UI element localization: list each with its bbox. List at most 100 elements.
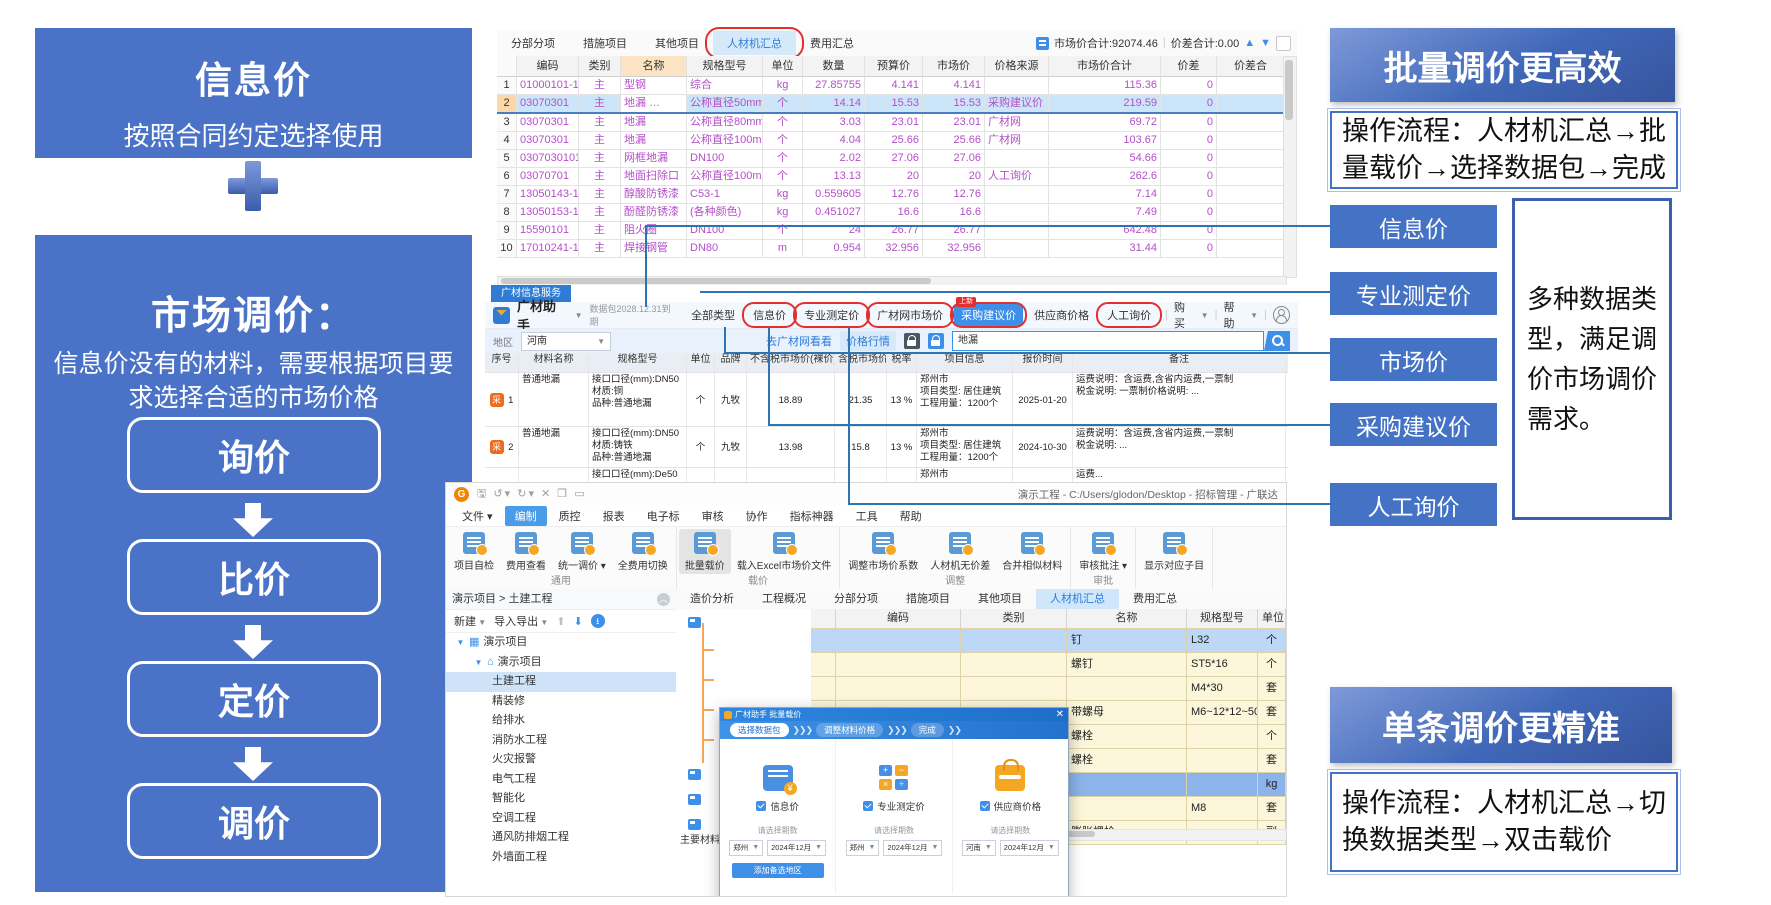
tab-造价分析[interactable]: 造价分析 xyxy=(676,589,748,609)
sidebar-item-电气工程[interactable]: 电气工程 xyxy=(446,770,676,790)
tab-其他项目[interactable]: 其他项目 xyxy=(964,589,1036,609)
menu-编制[interactable]: 编制 xyxy=(505,506,547,526)
unlock-icon[interactable] xyxy=(928,333,944,349)
new-button[interactable]: 新建 ▼ xyxy=(454,613,486,629)
region-dropdown[interactable]: 河南▼ xyxy=(962,840,996,856)
category-icon[interactable] xyxy=(688,769,701,780)
ribbon-button-人材机无价差[interactable]: 人材机无价差 xyxy=(924,529,996,574)
download-icon[interactable]: ⭳ xyxy=(591,614,605,628)
filter-采购建议价[interactable]: 采购建议价上新 xyxy=(954,304,1023,326)
ribbon-button-批量载价[interactable]: 批量载价 xyxy=(679,529,731,574)
tab-其他项目[interactable]: 其他项目 xyxy=(641,31,713,55)
caret-down-icon[interactable]: ▼ xyxy=(575,311,583,320)
table-row[interactable]: 接口口径(mm):De50郑州市运费... xyxy=(485,468,1288,483)
filter-全部类型[interactable]: 全部类型 xyxy=(684,304,742,326)
search-icon[interactable] xyxy=(1264,331,1290,351)
tab-人材机汇总[interactable]: 人材机汇总 xyxy=(713,31,796,55)
menu-指标神器[interactable]: 指标神器 xyxy=(780,506,844,526)
close-icon[interactable]: ✕ xyxy=(1056,709,1064,720)
menu-协作[interactable]: 协作 xyxy=(736,506,778,526)
ribbon-button-项目自检[interactable]: 项目自检 xyxy=(448,529,500,574)
grid-settings-icon[interactable] xyxy=(1276,36,1291,51)
card-checkbox[interactable]: 供应商价格 xyxy=(980,799,1042,813)
tab-措施项目[interactable]: 措施项目 xyxy=(569,31,641,55)
move-up-icon[interactable]: ⬆ xyxy=(556,615,565,628)
region-select[interactable]: 河南▼ xyxy=(521,332,611,351)
buy-menu[interactable]: 购买 xyxy=(1174,299,1195,331)
import-export-button[interactable]: 导入导出 ▼ xyxy=(494,613,548,629)
tab-费用汇总[interactable]: 费用汇总 xyxy=(1119,589,1191,609)
ribbon-button-调整市场价系数[interactable]: 调整市场价系数 xyxy=(842,529,924,574)
sidebar-item-土建工程[interactable]: 土建工程 xyxy=(446,672,676,692)
tab-人材机汇总[interactable]: 人材机汇总 xyxy=(1036,589,1119,609)
region-dropdown[interactable]: 郑州▼ xyxy=(846,840,880,856)
sidebar-item-演示项目[interactable]: ▼▦演示项目 xyxy=(446,633,676,653)
sidebar-item-火灾报警[interactable]: 火灾报警 xyxy=(446,750,676,770)
add-region-button[interactable]: 添加备选地区 xyxy=(732,863,824,878)
lock-icon[interactable] xyxy=(904,333,920,349)
period-dropdown[interactable]: 2024年12月▼ xyxy=(1000,840,1059,856)
category-icon[interactable] xyxy=(688,794,701,805)
menu-电子标[interactable]: 电子标 xyxy=(637,506,690,526)
tab-分部分项[interactable]: 分部分项 xyxy=(820,589,892,609)
region-dropdown[interactable]: 郑州▼ xyxy=(729,840,763,856)
sidebar-item-智能化[interactable]: 智能化 xyxy=(446,789,676,809)
menu-工具[interactable]: 工具 xyxy=(846,506,888,526)
goto-site-link[interactable]: 去广材网看看 xyxy=(766,333,832,349)
sidebar-item-精装修[interactable]: 精装修 xyxy=(446,692,676,712)
menu-审核[interactable]: 审核 xyxy=(692,506,734,526)
card-checkbox[interactable]: 专业测定价 xyxy=(863,799,925,813)
tab-费用汇总[interactable]: 费用汇总 xyxy=(796,31,868,55)
ribbon-button-合并相似材料[interactable]: 合并相似材料 xyxy=(996,529,1068,574)
arrow-up-icon[interactable]: ▲ xyxy=(1244,37,1255,49)
table-row[interactable]: 采 2普通地漏接口口径(mm):DN50 材质:铸铁 品种:普通地漏个九牧13.… xyxy=(485,427,1288,468)
arrow-down-icon[interactable]: ▼ xyxy=(1260,37,1271,49)
category-icon[interactable] xyxy=(688,819,701,830)
ribbon-button-显示对应子目[interactable]: 显示对应子目 xyxy=(1138,529,1210,574)
ribbon-button-全费用切换[interactable]: 全费用切换 xyxy=(612,529,674,574)
category-icon[interactable] xyxy=(688,617,701,628)
table-row[interactable]: 钉L32个 xyxy=(811,629,1286,653)
filter-广材网市场价[interactable]: 广材网市场价 xyxy=(870,304,950,326)
table-row[interactable]: 403070301主地漏公称直径100mm以内个4.0425.6625.66广材… xyxy=(497,132,1285,150)
sidebar-item-消防水工程[interactable]: 消防水工程 xyxy=(446,731,676,751)
table-row[interactable]: 813050153-1主酚醛防锈漆(各种颜色)kg0.45102716.616.… xyxy=(497,204,1285,222)
help-menu[interactable]: 帮助 xyxy=(1223,299,1244,331)
checkbox-checked-icon[interactable] xyxy=(863,801,873,811)
move-down-icon[interactable]: ⬇ xyxy=(574,615,583,628)
period-dropdown[interactable]: 2024年12月▼ xyxy=(883,840,942,856)
sidebar-item-通风防排烟工程[interactable]: 通风防排烟工程 xyxy=(446,828,676,848)
tab-分部分项[interactable]: 分部分项 xyxy=(497,31,569,55)
ribbon-button-载入Excel市场价文件[interactable]: 载入Excel市场价文件 xyxy=(731,529,837,574)
menu-文件[interactable]: 文件 ▾ xyxy=(452,506,503,526)
table-row[interactable]: 1017010241-1主焊接钢管DN80m0.95432.95632.9563… xyxy=(497,240,1285,258)
sidebar-item-给排水[interactable]: 给排水 xyxy=(446,711,676,731)
checkbox-checked-icon[interactable] xyxy=(980,801,990,811)
table-row[interactable]: M4*30套 xyxy=(811,677,1286,701)
sidebar-item-演示项目[interactable]: ▼⌂演示项目 xyxy=(446,653,676,673)
filter-供应商价格[interactable]: 供应商价格 xyxy=(1027,304,1096,326)
collapse-icon[interactable]: ︿ xyxy=(657,593,670,606)
ribbon-button-统一调价[interactable]: 统一调价 ▾ xyxy=(552,529,612,574)
expander-icon[interactable]: ▼ xyxy=(474,653,483,673)
card-checkbox[interactable]: 信息价 xyxy=(756,799,799,813)
ribbon-button-审核批注[interactable]: 审核批注 ▾ xyxy=(1073,529,1133,574)
menu-质控[interactable]: 质控 xyxy=(549,506,591,526)
search-input[interactable]: 地漏 xyxy=(952,331,1264,351)
user-avatar[interactable] xyxy=(1273,306,1290,324)
ribbon-button-费用查看[interactable]: 费用查看 xyxy=(500,529,552,574)
quick-access-toolbar[interactable]: 🖫 ↺▾ ↻▾ ✕ ❐ ▭ xyxy=(477,485,587,504)
sidebar-item-空调工程[interactable]: 空调工程 xyxy=(446,809,676,829)
menu-报表[interactable]: 报表 xyxy=(593,506,635,526)
table-row[interactable]: 303070301主地漏公称直径80mm以内个3.0323.0123.01广材网… xyxy=(497,114,1285,132)
period-dropdown[interactable]: 2024年12月▼ xyxy=(767,840,826,856)
table-row[interactable]: 50307030101主网框地漏DN100个2.0227.0627.0654.6… xyxy=(497,150,1285,168)
filter-人工询价[interactable]: 人工询价 xyxy=(1100,304,1158,326)
filter-专业测定价[interactable]: 专业测定价 xyxy=(797,304,866,326)
table-row[interactable]: 螺钉ST5*16个 xyxy=(811,653,1286,677)
table-row[interactable]: 203070301主地漏 …公称直径50mm以内个14.1415.5315.53… xyxy=(497,95,1285,114)
menu-帮助[interactable]: 帮助 xyxy=(890,506,932,526)
vertical-scrollbar[interactable] xyxy=(1283,56,1297,278)
sidebar-item-外墙面工程[interactable]: 外墙面工程 xyxy=(446,848,676,868)
filter-信息价[interactable]: 信息价 xyxy=(746,304,793,326)
